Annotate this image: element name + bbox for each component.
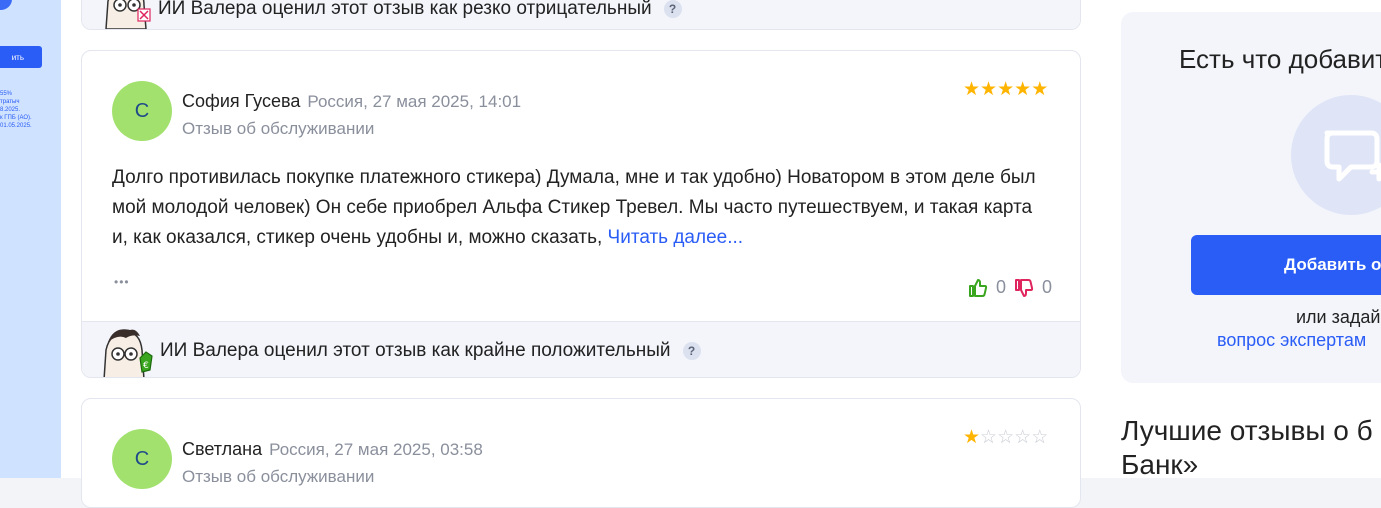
- dislikes-count: 0: [1042, 277, 1053, 297]
- star-icon: ★: [997, 79, 1015, 100]
- review-type: Отзыв об обслуживании: [182, 467, 375, 486]
- star-empty-icon: ☆: [980, 427, 998, 448]
- review-author-line: София Гусева Россия, 27 мая 2025, 14:01: [182, 91, 521, 112]
- review-meta: Россия, 27 мая 2025, 03:58: [269, 440, 483, 459]
- ai-valera-negative-icon: [105, 0, 151, 29]
- star-icon: ★: [963, 427, 981, 448]
- ask-experts-link[interactable]: вопрос экспертам: [1217, 330, 1366, 351]
- review-card: С Светлана Россия, 27 мая 2025, 03:58 От…: [81, 398, 1081, 508]
- banner-legal-text: 55% тратыч 8.2025. к ГПБ (АО). 01.05.202…: [0, 91, 32, 129]
- reviews-list: ИИ Валера оценил этот отзыв как резко от…: [61, 0, 1101, 508]
- star-icon: ★: [1014, 79, 1032, 100]
- review-text: Долго противилась покупке платежного сти…: [112, 163, 1052, 253]
- bank-logo-icon: [0, 0, 12, 10]
- review-body: Долго противилась покупке платежного сти…: [112, 167, 1036, 248]
- star-empty-icon: ☆: [997, 427, 1015, 448]
- rating-stars: ★☆☆☆☆: [963, 426, 1048, 449]
- review-meta: Россия, 27 мая 2025, 14:01: [307, 92, 522, 111]
- likes-count: 0: [996, 277, 1007, 297]
- avatar[interactable]: С: [112, 429, 172, 489]
- ai-help-icon[interactable]: ?: [682, 341, 701, 360]
- review-card: С София Гусева Россия, 27 мая 2025, 14:0…: [81, 50, 1081, 378]
- read-more-link[interactable]: Читать далее...: [608, 227, 744, 248]
- add-review-button[interactable]: Добавить от: [1191, 235, 1381, 295]
- ai-rating-bar: ИИ Валера оценил этот отзыв как резко от…: [82, 0, 1080, 29]
- best-reviews-heading: Лучшие отзывы о б Банк»: [1121, 415, 1373, 480]
- thumbs-down-icon[interactable]: [1014, 278, 1034, 298]
- author-name[interactable]: Светлана: [182, 439, 262, 459]
- ai-help-icon[interactable]: ?: [663, 0, 682, 18]
- add-comment-icon: [1324, 130, 1381, 182]
- ai-valera-positive-icon: €: [103, 328, 153, 377]
- more-options-icon[interactable]: •••: [114, 275, 130, 289]
- ai-rating-text: ИИ Валера оценил этот отзыв как крайне п…: [160, 339, 671, 361]
- ai-rating-bar: € ИИ Валера оценил этот отзыв как крайне…: [82, 321, 1080, 377]
- author-name[interactable]: София Гусева: [182, 91, 300, 111]
- add-review-illustration: [1291, 95, 1381, 215]
- review-type: Отзыв об обслуживании: [182, 119, 375, 138]
- star-empty-icon: ☆: [1031, 427, 1049, 448]
- vote-controls: 0 0: [968, 277, 1052, 298]
- star-icon: ★: [963, 79, 981, 100]
- banner-button[interactable]: ить: [0, 46, 42, 68]
- right-sidebar: Есть что добавит Добавить от или задай в…: [1101, 0, 1381, 480]
- star-icon: ★: [1031, 79, 1049, 100]
- or-ask-text: или задай: [1296, 307, 1381, 327]
- add-review-title: Есть что добавит: [1179, 44, 1381, 74]
- add-review-box: Есть что добавит Добавить от или задай в…: [1121, 12, 1381, 383]
- avatar[interactable]: С: [112, 81, 172, 141]
- ai-rating-text: ИИ Валера оценил этот отзыв как резко от…: [158, 0, 652, 19]
- star-icon: ★: [980, 79, 998, 100]
- left-ad-banner[interactable]: ить 55% тратыч 8.2025. к ГПБ (АО). 01.05…: [0, 0, 61, 478]
- review-card-previous: ИИ Валера оценил этот отзыв как резко от…: [81, 0, 1081, 30]
- rating-stars: ★★★★★: [963, 78, 1048, 101]
- thumbs-up-icon[interactable]: [968, 278, 988, 298]
- svg-text:€: €: [143, 361, 149, 371]
- review-author-line: Светлана Россия, 27 мая 2025, 03:58: [182, 439, 483, 460]
- star-empty-icon: ☆: [1014, 427, 1032, 448]
